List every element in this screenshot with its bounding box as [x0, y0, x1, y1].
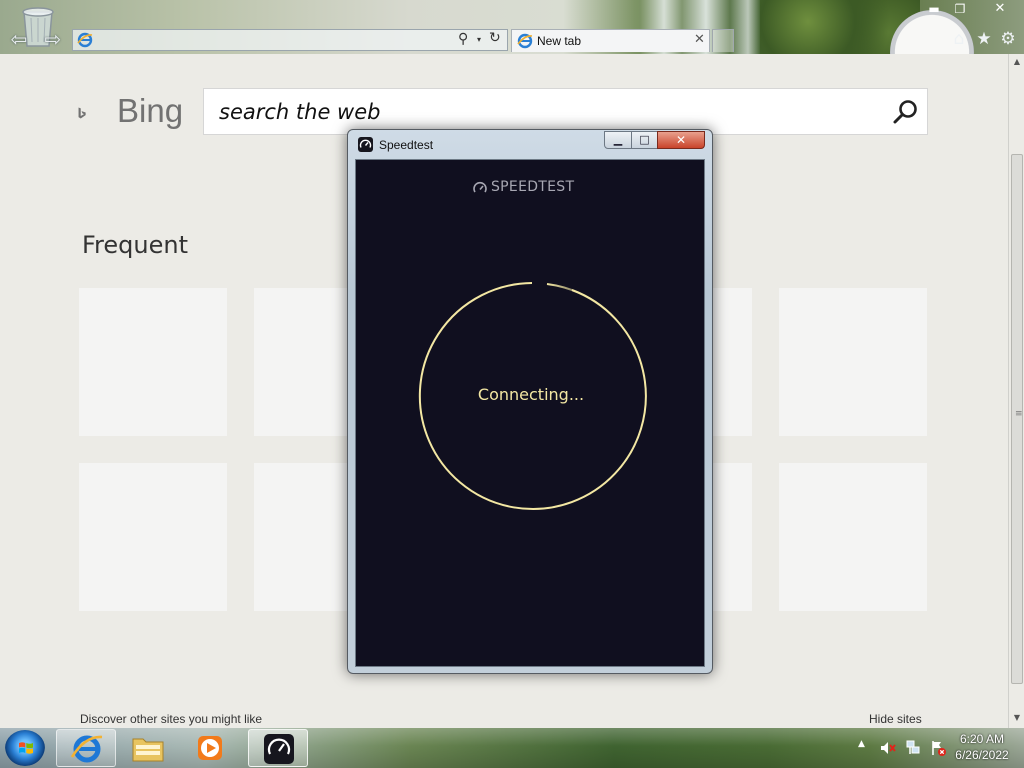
hide-sites-link[interactable]: Hide sites [869, 712, 922, 726]
speedtest-window-title: Speedtest [379, 138, 434, 152]
vertical-scrollbar[interactable]: ▲ ≡ ▼ [1008, 54, 1024, 728]
tools-gear-icon[interactable]: ⚙ [998, 29, 1018, 49]
taskbar-speedtest[interactable] [248, 729, 308, 767]
home-icon[interactable]: ⌂ [949, 29, 969, 49]
back-arrow-icon: ⇦ [10, 27, 28, 51]
tab-title: New tab [537, 34, 582, 48]
forward-arrow-icon: ⇨ [44, 27, 62, 51]
ie-tab-icon [517, 33, 533, 49]
tab-close-icon[interactable]: ✕ [694, 32, 705, 47]
new-tab-button[interactable] [712, 29, 734, 52]
frequent-heading: Frequent [82, 231, 188, 259]
scroll-grip-icon: ≡ [1015, 409, 1023, 419]
speedtest-titlebar[interactable]: Speedtest ▁ □ ✕ [348, 130, 712, 157]
frequent-site-tile[interactable] [779, 288, 927, 436]
frequent-site-tile[interactable] [79, 463, 227, 611]
tab-new-tab[interactable]: New tab ✕ [511, 29, 710, 52]
speedtest-status-text: Connecting... [477, 385, 585, 404]
address-search-icon[interactable]: ⚲ [458, 31, 468, 47]
search-box[interactable] [203, 88, 928, 135]
forward-button[interactable]: ⇨ [40, 28, 66, 50]
speedometer-icon [473, 181, 487, 193]
show-hidden-icons-arrow[interactable]: ▲ [858, 739, 865, 749]
ie-page-icon [77, 32, 93, 48]
minimize-button[interactable]: ▬ [921, 0, 947, 18]
action-center-flag-icon[interactable] [930, 740, 946, 756]
refresh-icon[interactable]: ↻ [489, 30, 501, 46]
media-player-icon [198, 736, 222, 760]
taskbar: ▲ 6:20 AM 6/26/2022 [0, 728, 1024, 768]
speedtest-minimize-button[interactable]: ▁ [604, 131, 632, 149]
maximize-button[interactable]: ❐ [947, 0, 973, 18]
discover-sites-link[interactable]: Discover other sites you might like [80, 712, 262, 726]
taskbar-clock-time[interactable]: 6:20 AM [950, 732, 1014, 746]
speedtest-close-button[interactable]: ✕ [657, 131, 705, 149]
speedtest-maximize-button[interactable]: □ [631, 131, 658, 149]
network-icon[interactable] [905, 740, 921, 756]
speedtest-window: Speedtest ▁ □ ✕ SPEEDTEST Connecting... [347, 129, 713, 674]
frequent-site-tile[interactable] [779, 463, 927, 611]
search-input[interactable] [204, 89, 884, 134]
address-bar[interactable]: ⚲ ▾ ↻ [72, 29, 508, 51]
close-button[interactable]: ✕ [985, 0, 1015, 18]
browser-chrome: ⇦ ⇨ ⚲ ▾ ↻ New tab ✕ ▬ ❐ ✕ ⌂ ★ ⚙ [0, 0, 1024, 54]
taskbar-clock-date[interactable]: 6/26/2022 [950, 748, 1014, 762]
taskbar-windows-explorer[interactable] [128, 729, 168, 767]
folder-icon [132, 738, 164, 762]
search-icon[interactable] [892, 98, 920, 126]
bing-logo-text: Bing [117, 92, 184, 129]
volume-muted-icon[interactable] [880, 740, 896, 756]
scroll-up-arrow-icon[interactable]: ▲ [1009, 54, 1024, 70]
scroll-thumb[interactable]: ≡ [1011, 154, 1023, 684]
scroll-down-arrow-icon[interactable]: ▼ [1009, 710, 1024, 726]
speedtest-app-icon [358, 137, 373, 152]
speedtest-content: SPEEDTEST Connecting... [355, 159, 705, 667]
taskbar-internet-explorer[interactable] [56, 729, 116, 767]
start-button[interactable] [5, 730, 45, 766]
internet-explorer-icon [70, 735, 103, 763]
favorites-star-icon[interactable]: ★ [974, 29, 994, 49]
speedtest-taskbar-icon [264, 734, 294, 764]
windows-flag-icon [19, 742, 33, 754]
bing-logo-icon [78, 107, 86, 119]
back-button[interactable]: ⇦ [6, 28, 32, 50]
frequent-site-tile[interactable] [79, 288, 227, 436]
speedtest-brand-text: SPEEDTEST [491, 179, 575, 195]
taskbar-media-player[interactable] [190, 729, 230, 767]
address-dropdown-icon[interactable]: ▾ [477, 32, 481, 48]
